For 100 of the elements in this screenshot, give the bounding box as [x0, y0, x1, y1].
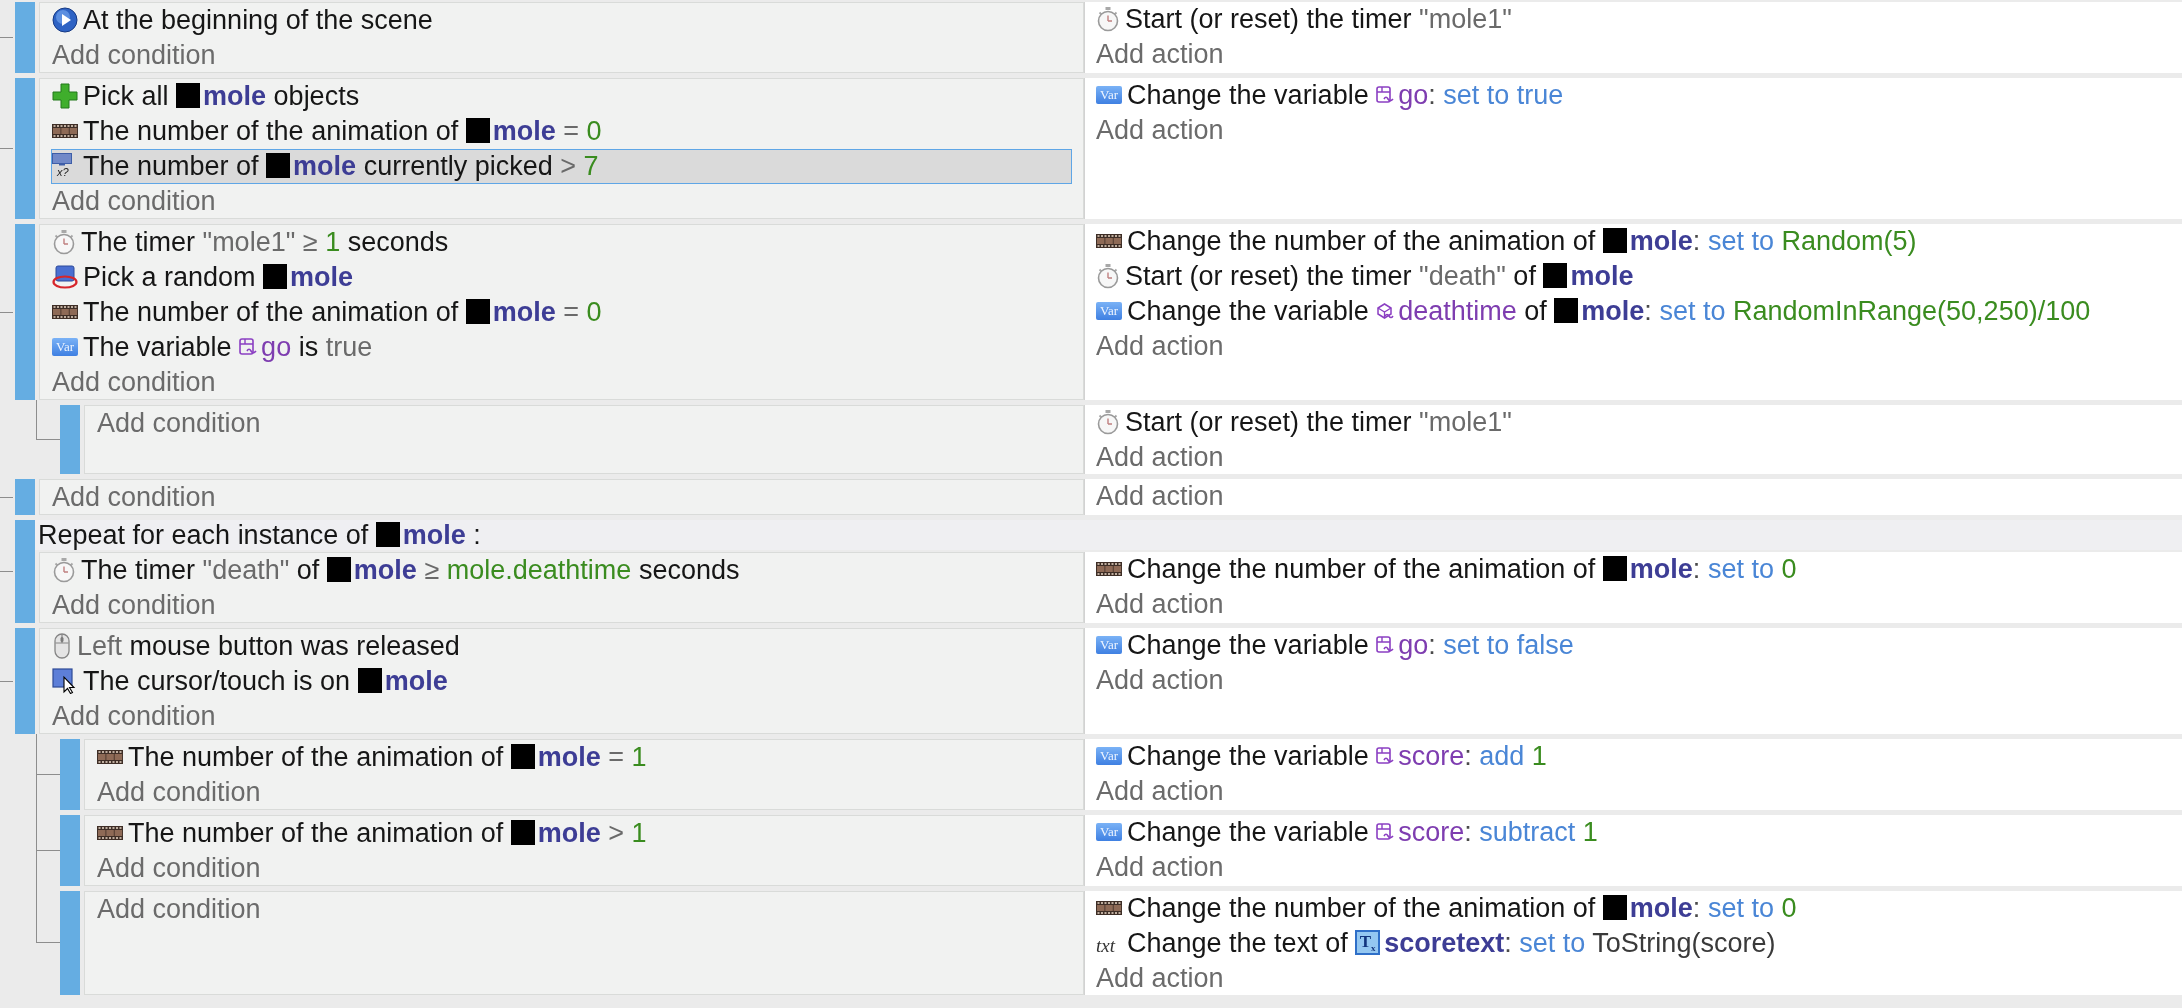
object-thumbnail-icon	[263, 264, 288, 290]
repeat-text: Repeat for each instance of	[38, 520, 369, 550]
add-condition-link[interactable]: Add condition	[51, 38, 216, 72]
add-action-link[interactable]: Add action	[1095, 587, 1224, 621]
add-condition-link[interactable]: Add condition	[51, 480, 216, 514]
object-thumbnail-icon	[1602, 895, 1627, 921]
add-action-link[interactable]: Add action	[1095, 961, 1224, 995]
add-condition-link[interactable]: Add condition	[96, 851, 261, 885]
rectangle-ring-icon	[52, 264, 78, 289]
condition-row[interactable]: The number of the animation of mole > 1	[96, 816, 650, 851]
stopwatch-icon	[1096, 5, 1120, 32]
object-thumbnail-icon	[1543, 263, 1568, 289]
variable-grid-icon	[239, 337, 258, 356]
add-condition-link[interactable]: Add condition	[51, 184, 216, 218]
condition-row[interactable]: The number of the animation of mole = 0	[51, 295, 605, 330]
add-action-link[interactable]: Add action	[1095, 113, 1224, 147]
film-strip-icon	[52, 123, 78, 138]
action-row[interactable]: Change the number of the animation of mole: set to 0	[1095, 891, 1800, 926]
object-thumbnail-icon	[465, 118, 490, 144]
condition-row[interactable]: The timer "mole1" ≥ 1 seconds	[51, 225, 452, 260]
action-row[interactable]: Var Change the variable score: subtract 1	[1095, 815, 1601, 850]
object-thumbnail-icon	[510, 744, 535, 770]
stopwatch-icon	[1096, 262, 1120, 289]
variable-icon: Var	[1096, 635, 1122, 654]
condition-row[interactable]: At the beginning of the scene	[51, 3, 436, 38]
condition-row[interactable]: Var The variable go is true	[51, 330, 376, 365]
variable-icon: Var	[1096, 301, 1122, 320]
variable-icon: Var	[1096, 822, 1122, 841]
add-action-link[interactable]: Add action	[1095, 37, 1224, 71]
action-row[interactable]: txt Change the text of T$_{x}$ scoretext: set to ToString(score)	[1095, 926, 1779, 961]
variable-grid-icon	[1376, 85, 1395, 104]
object-thumbnail-icon	[326, 557, 351, 583]
action-row[interactable]: Var Change the variable deathtime of mole: set to RandomInRange(50,250)/100	[1095, 294, 2094, 329]
add-action-link[interactable]: Add action	[1095, 774, 1224, 808]
condition-row[interactable]: Pick all mole objects	[51, 79, 363, 114]
object-thumbnail-icon	[510, 820, 535, 846]
film-strip-icon	[1096, 561, 1122, 576]
film-strip-icon	[1096, 233, 1122, 248]
condition-row[interactable]: Left mouse button was released	[51, 629, 463, 664]
condition-row[interactable]: The number of the animation of mole = 1	[96, 740, 650, 775]
add-condition-link[interactable]: Add condition	[96, 775, 261, 809]
add-condition-link[interactable]: Add condition	[96, 892, 261, 926]
text-icon: txt	[1096, 929, 1122, 962]
repeat-text: mole :	[402, 520, 481, 550]
play-icon	[52, 6, 78, 33]
variable-grid-icon	[1376, 635, 1395, 654]
plus-icon	[52, 82, 78, 109]
condition-row[interactable]: The cursor/touch is on mole	[51, 664, 451, 699]
event-bar	[60, 739, 80, 810]
tree-line	[36, 774, 37, 810]
variable-cube-icon	[1376, 301, 1395, 320]
variable-icon: Var	[1096, 85, 1122, 104]
object-thumbnail-icon	[266, 153, 291, 179]
add-condition-link[interactable]: Add condition	[51, 365, 216, 399]
add-action-link[interactable]: Add action	[1095, 329, 1224, 363]
film-strip-icon	[1096, 900, 1122, 915]
variable-icon: Var	[1096, 746, 1122, 765]
object-thumbnail-icon	[357, 668, 382, 694]
event-bar	[15, 2, 35, 73]
film-strip-icon	[52, 304, 78, 319]
action-row[interactable]: Var Change the variable score: add 1	[1095, 739, 1550, 774]
add-condition-link[interactable]: Add condition	[96, 406, 261, 440]
add-condition-link[interactable]: Add condition	[51, 588, 216, 622]
add-action-link[interactable]: Add action	[1095, 479, 1224, 513]
condition-row[interactable]: Pick a random mole	[51, 260, 357, 295]
action-row[interactable]: Var Change the variable go: set to false	[1095, 628, 1577, 663]
condition-row[interactable]: The number of the animation of mole = 0	[51, 114, 605, 149]
event-bar	[60, 405, 80, 474]
text-object-icon: T$_{x}$	[1355, 930, 1381, 956]
stopwatch-icon	[52, 556, 76, 583]
condition-row[interactable]: x? The number of mole currently picked > 7	[51, 149, 1072, 184]
variable-grid-icon	[1376, 746, 1395, 765]
add-action-link[interactable]: Add action	[1095, 663, 1224, 697]
action-row[interactable]: Start (or reset) the timer "mole1"	[1095, 405, 1515, 440]
film-strip-icon	[97, 825, 123, 840]
action-row[interactable]: Change the number of the animation of mole: set to Random(5)	[1095, 224, 1920, 259]
variable-icon: Var	[52, 337, 78, 356]
film-strip-icon	[97, 749, 123, 764]
object-thumbnail-icon	[176, 83, 201, 109]
add-condition-link[interactable]: Add condition	[51, 699, 216, 733]
event-bar	[60, 815, 80, 886]
condition-row[interactable]: The timer "death" of mole ≥ mole.deathtime seconds	[51, 553, 743, 588]
add-action-link[interactable]: Add action	[1095, 850, 1224, 884]
object-thumbnail-icon	[375, 522, 400, 548]
action-row[interactable]: Start (or reset) the timer "mole1"	[1095, 2, 1515, 37]
object-thumbnail-icon	[1602, 556, 1627, 582]
stopwatch-icon	[52, 228, 76, 255]
object-thumbnail-icon	[465, 299, 490, 325]
cursor-icon	[52, 667, 78, 694]
variable-grid-icon	[1376, 822, 1395, 841]
tree-line	[36, 850, 37, 886]
stopwatch-icon	[1096, 408, 1120, 435]
action-row[interactable]: Start (or reset) the timer "death" of mole	[1095, 259, 1637, 294]
action-row[interactable]: Change the number of the animation of mole: set to 0	[1095, 552, 1800, 587]
add-action-link[interactable]: Add action	[1095, 440, 1224, 474]
object-thumbnail-icon	[1554, 298, 1579, 324]
object-thumbnail-icon	[1602, 228, 1627, 254]
action-row[interactable]: Var Change the variable go: set to true	[1095, 78, 1567, 113]
event-bar	[15, 479, 35, 515]
mouse-icon	[52, 632, 72, 659]
